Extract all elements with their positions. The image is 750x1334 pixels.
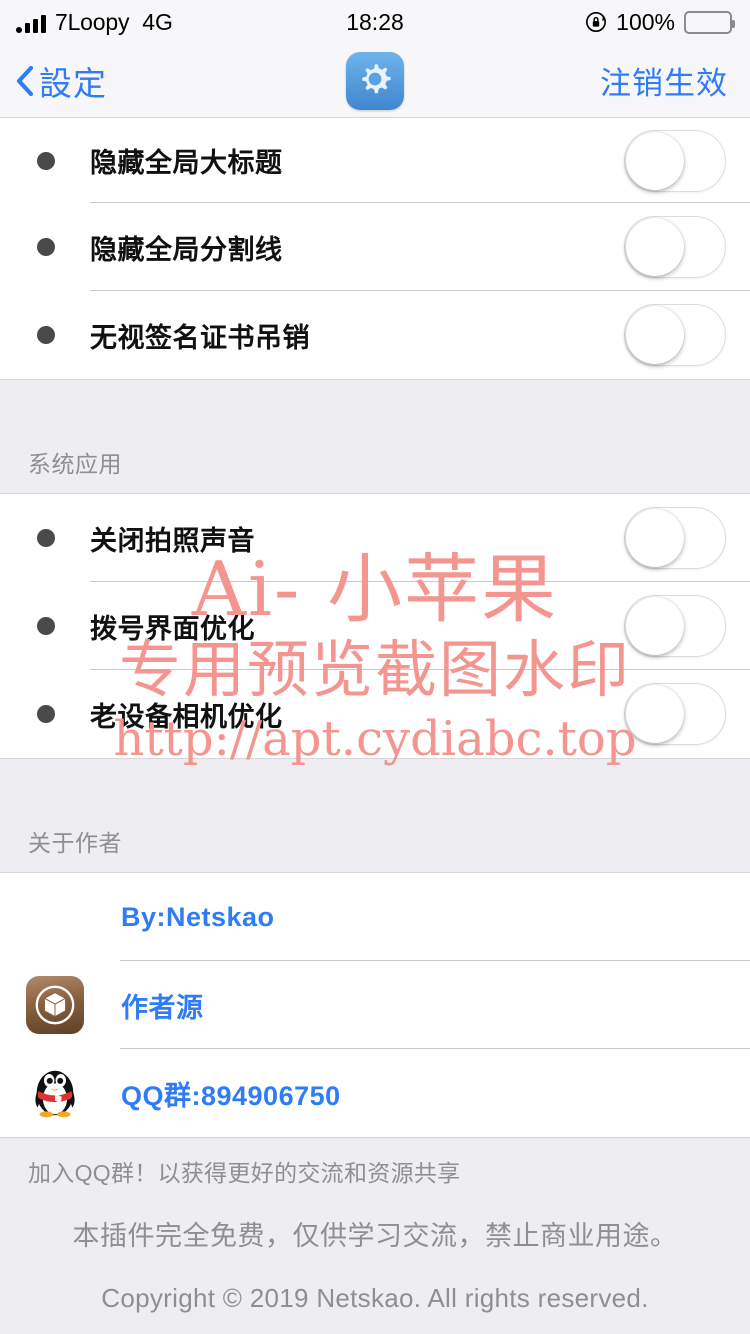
bullet-icon bbox=[37, 238, 55, 256]
back-button[interactable]: 設定 bbox=[0, 57, 107, 105]
row-dialer-ui-optimization[interactable]: 拨号界面优化 bbox=[0, 582, 750, 670]
toggle-ignore-cert-revocation[interactable] bbox=[624, 304, 726, 366]
cydia-icon bbox=[26, 976, 84, 1034]
row-label: 老设备相机优化 bbox=[90, 701, 283, 732]
section-header-system-apps: 系统应用 bbox=[0, 445, 750, 493]
author-group: By:Netskao 作者源 QQ群:894906750 bbox=[0, 872, 750, 1137]
battery-full-icon bbox=[684, 10, 735, 34]
qq-group-label: QQ群:894906750 bbox=[121, 1080, 341, 1111]
settings-group-global: 隐藏全局大标题 隐藏全局分割线 无视签名证书吊销 bbox=[0, 118, 750, 379]
row-hide-global-large-title[interactable]: 隐藏全局大标题 bbox=[0, 118, 750, 203]
gear-icon bbox=[346, 51, 404, 110]
toggle-hide-global-separator[interactable] bbox=[624, 216, 726, 278]
author-photo-avatar bbox=[26, 888, 84, 946]
bullet-icon bbox=[37, 617, 55, 635]
bullet-icon bbox=[37, 705, 55, 723]
settings-group-system-apps: 关闭拍照声音 拨号界面优化 老设备相机优化 bbox=[0, 493, 750, 758]
row-author-repo[interactable]: 作者源 bbox=[0, 961, 750, 1049]
bullet-icon bbox=[37, 326, 55, 344]
chevron-left-icon bbox=[16, 65, 34, 96]
back-button-label: 設定 bbox=[39, 64, 107, 102]
toggle-disable-camera-shutter-sound[interactable] bbox=[624, 507, 726, 569]
toggle-old-device-camera-optimization[interactable] bbox=[624, 683, 726, 745]
legal-tail: 本插件完全免费，仅供学习交流，禁止商业用途。 Copyright © 2019 … bbox=[0, 1188, 750, 1314]
row-label: 关闭拍照声音 bbox=[90, 525, 255, 556]
row-ignore-cert-revocation[interactable]: 无视签名证书吊销 bbox=[0, 291, 750, 379]
bullet-icon bbox=[37, 151, 55, 170]
row-label: 无视签名证书吊销 bbox=[90, 322, 310, 353]
toggle-dialer-ui-optimization[interactable] bbox=[624, 595, 726, 657]
toggle-hide-global-large-title[interactable] bbox=[624, 129, 726, 192]
row-old-device-camera-optimization[interactable]: 老设备相机优化 bbox=[0, 670, 750, 758]
section-gap bbox=[0, 758, 750, 824]
section-header-about-author: 关于作者 bbox=[0, 824, 750, 872]
free-plugin-notice: 本插件完全免费，仅供学习交流，禁止商业用途。 bbox=[72, 1221, 678, 1251]
status-bar: 7Loopy 4G 18:28 100% bbox=[0, 0, 750, 44]
author-repo-label: 作者源 bbox=[121, 992, 204, 1023]
navigation-bar: 設定 注销生效 bbox=[0, 44, 750, 118]
author-name-label: By:Netskao bbox=[121, 901, 275, 932]
nav-title-icon-wrap bbox=[346, 51, 404, 110]
row-label: 隐藏全局分割线 bbox=[90, 234, 283, 265]
row-author-netskao[interactable]: By:Netskao bbox=[0, 873, 750, 961]
apply-respring-button[interactable]: 注销生效 bbox=[600, 58, 750, 103]
copyright-notice: Copyright © 2019 Netskao. All rights res… bbox=[101, 1283, 649, 1313]
row-qq-group[interactable]: QQ群:894906750 bbox=[0, 1049, 750, 1137]
row-hide-global-separator[interactable]: 隐藏全局分割线 bbox=[0, 203, 750, 291]
row-label: 隐藏全局大标题 bbox=[90, 148, 283, 178]
row-disable-camera-shutter-sound[interactable]: 关闭拍照声音 bbox=[0, 494, 750, 582]
author-footer-note: 加入QQ群！以获得更好的交流和资源共享 bbox=[0, 1137, 750, 1188]
status-bar-clock: 18:28 bbox=[346, 8, 404, 35]
qq-penguin-icon bbox=[26, 1064, 84, 1122]
row-label: 拨号界面优化 bbox=[90, 613, 255, 644]
bullet-icon bbox=[37, 529, 55, 547]
section-gap bbox=[0, 379, 750, 445]
